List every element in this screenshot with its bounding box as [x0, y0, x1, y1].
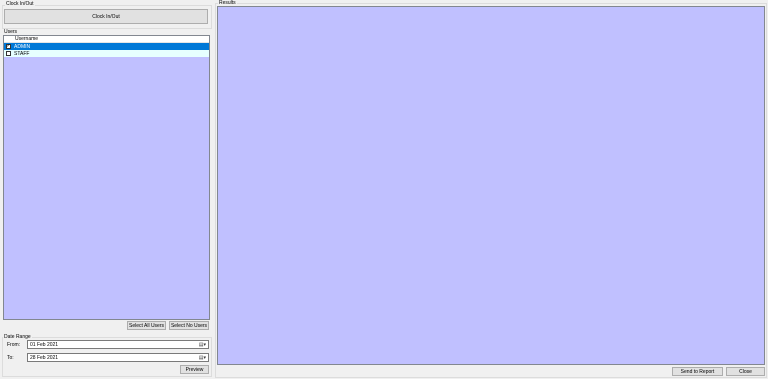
admin-checkbox[interactable]: ✓: [6, 44, 11, 49]
clock-in-out-button[interactable]: Clock In/Out: [4, 9, 208, 24]
staff-username: STAFF: [14, 50, 30, 57]
from-date-value: 01 Feb 2021: [30, 341, 59, 348]
list-item-staff[interactable]: STAFF: [4, 50, 209, 57]
calendar-dropdown-icon[interactable]: ▤▾: [199, 355, 206, 361]
username-column-label: Username: [15, 36, 39, 42]
admin-username: ADMIN: [14, 43, 31, 50]
preview-button[interactable]: Preview: [180, 365, 209, 374]
send-to-report-button[interactable]: Send to Report: [672, 367, 723, 376]
users-list[interactable]: Username ✓ ADMIN STAFF: [3, 35, 210, 320]
from-date-picker[interactable]: 01 Feb 2021 ▤▾: [27, 340, 209, 349]
staff-checkbox[interactable]: [6, 51, 11, 56]
to-date-value: 28 Feb 2021: [30, 354, 59, 361]
calendar-dropdown-icon[interactable]: ▤▾: [199, 342, 206, 348]
from-label: From:: [7, 342, 21, 348]
results-panel[interactable]: [217, 6, 765, 365]
select-all-users-button[interactable]: Select All Users: [127, 321, 166, 330]
username-column-header[interactable]: Username: [4, 36, 209, 43]
to-date-picker[interactable]: 28 Feb 2021 ▤▾: [27, 353, 209, 362]
select-no-users-button[interactable]: Select No Users: [169, 321, 209, 330]
list-item-admin[interactable]: ✓ ADMIN: [4, 43, 209, 50]
clock-group-label: Clock In/Out: [5, 1, 35, 7]
to-label: To:: [7, 355, 14, 361]
close-button[interactable]: Close: [726, 367, 765, 376]
